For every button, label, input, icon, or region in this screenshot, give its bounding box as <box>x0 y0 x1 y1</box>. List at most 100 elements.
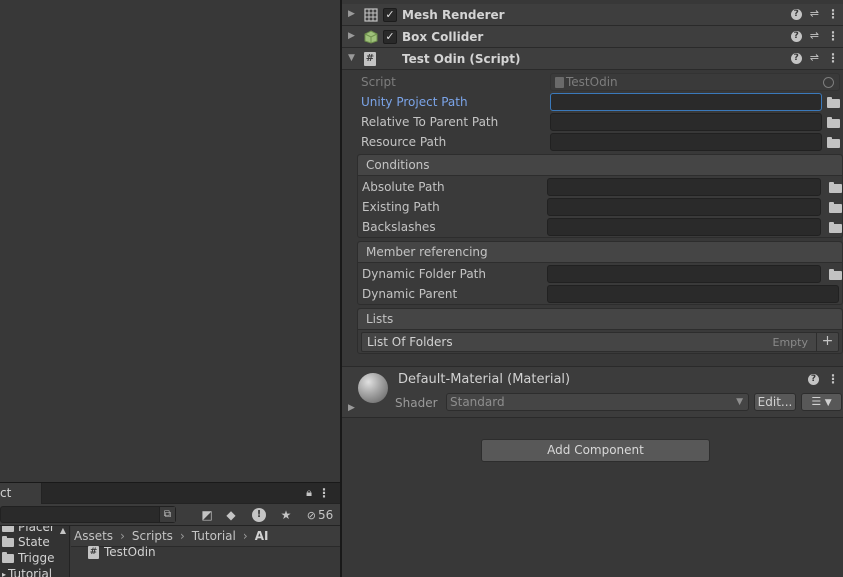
unity-project-path-input[interactable] <box>550 93 822 111</box>
shader-dropdown[interactable]: Standard ▼ <box>446 393 749 411</box>
folder-icon <box>2 535 14 547</box>
folder-browse-icon[interactable] <box>829 269 842 283</box>
project-search-input[interactable]: ⧉ <box>0 506 176 523</box>
existing-path-input[interactable] <box>547 198 821 216</box>
breadcrumb-item[interactable]: Tutorial <box>192 529 236 543</box>
folder-browse-icon[interactable] <box>829 202 842 216</box>
dropdown-arrow-icon: ▼ <box>824 398 832 408</box>
folder-browse-icon[interactable] <box>829 222 842 236</box>
dropdown-arrow-icon: ▼ <box>736 397 743 407</box>
enabled-checkbox[interactable]: ✓ <box>383 30 397 44</box>
project-toolbar: ⧉ ◩ ◆ ! ★ ⊘ 56 <box>0 504 340 526</box>
script-icon: # <box>364 52 376 66</box>
script-label: Script <box>361 75 396 89</box>
mesh-renderer-header[interactable]: ▶ ✓ Mesh Renderer ? ⇌ ⋮ <box>342 4 843 26</box>
relative-to-parent-path-input[interactable] <box>550 113 822 131</box>
help-icon[interactable]: ? <box>790 52 802 64</box>
field-label: Dynamic Folder Path <box>362 267 486 281</box>
dynamic-parent-input[interactable] <box>547 285 839 303</box>
breadcrumb-item[interactable]: AI <box>255 529 269 543</box>
component-menu-icon[interactable]: ⋮ <box>827 52 839 64</box>
add-component-button[interactable]: Add Component <box>481 439 710 462</box>
scene-view[interactable] <box>0 0 340 482</box>
lock-icon[interactable]: 🔒︎ <box>306 486 312 500</box>
group-title: Conditions <box>358 155 842 176</box>
list-of-folders-header[interactable]: List Of Folders Empty + <box>361 332 839 352</box>
preset-icon[interactable]: ⇌ <box>810 30 819 42</box>
scroll-up-icon[interactable]: ▲ <box>60 526 66 535</box>
search-by-type-icon[interactable]: ⧉ <box>159 507 175 522</box>
material-preview-sphere <box>358 373 388 403</box>
box-collider-header[interactable]: ▶ ✓ Box Collider ? ⇌ ⋮ <box>342 26 843 48</box>
field-label: Absolute Path <box>362 180 445 194</box>
breadcrumb-item[interactable]: Scripts <box>132 529 173 543</box>
dynamic-folder-path-input[interactable] <box>547 265 821 283</box>
project-panel: ct 🔒︎ ⋮ ⧉ ◩ ◆ ! ★ ⊘ 56 Placer State Trig… <box>0 482 340 577</box>
breadcrumb-item[interactable]: Assets <box>74 529 113 543</box>
material-title: Default-Material (Material) <box>398 372 571 387</box>
backslashes-input[interactable] <box>547 218 821 236</box>
foldout-arrow-icon[interactable]: ▶ <box>348 403 355 413</box>
resource-path-row: Resource Path <box>342 132 843 152</box>
favorites-star-icon[interactable]: ★ <box>277 505 295 525</box>
foldout-arrow-icon[interactable]: ▶ <box>348 9 355 19</box>
folder-browse-icon[interactable] <box>827 137 840 151</box>
resource-path-input[interactable] <box>550 133 822 151</box>
absolute-path-row: Absolute Path <box>358 177 842 197</box>
group-title: Member referencing <box>358 242 842 263</box>
component-menu-icon[interactable]: ⋮ <box>827 30 839 42</box>
enabled-checkbox[interactable]: ✓ <box>383 8 397 22</box>
folder-browse-icon[interactable] <box>829 182 842 196</box>
absolute-path-input[interactable] <box>547 178 821 196</box>
preset-icon[interactable]: ⇌ <box>810 52 819 64</box>
test-odin-script-header[interactable]: ▼ # Test Odin (Script) ? ⇌ ⋮ <box>342 48 843 70</box>
log-filter-icon[interactable]: ! <box>249 505 269 525</box>
foldout-arrow-icon[interactable]: ▶ <box>348 31 355 41</box>
script-object-field: TestOdin <box>550 73 840 91</box>
material-section: ▶ Default-Material (Material) ? ⋮ Shader… <box>342 366 843 418</box>
tree-item[interactable]: ▸ Tutorial <box>2 566 52 577</box>
project-menu-icon[interactable]: ⋮ <box>318 487 330 499</box>
help-icon[interactable]: ? <box>790 30 802 42</box>
component-title: Box Collider <box>402 30 484 44</box>
shader-value: Standard <box>450 395 505 409</box>
asset-list-item[interactable]: # TestOdin <box>88 544 156 560</box>
help-icon[interactable]: ? <box>808 373 819 385</box>
project-tab[interactable]: ct <box>0 483 42 504</box>
preset-icon[interactable]: ⇌ <box>810 8 819 20</box>
box-collider-icon <box>364 30 378 44</box>
chevron-right-icon: › <box>179 529 185 543</box>
chevron-right-icon: › <box>120 529 125 543</box>
foldout-arrow-icon[interactable]: ▼ <box>348 53 355 63</box>
hidden-count: 56 <box>317 508 334 522</box>
help-icon[interactable]: ? <box>790 8 802 20</box>
tree-item[interactable]: State <box>2 534 50 550</box>
component-menu-icon[interactable]: ⋮ <box>827 8 839 20</box>
hidden-packages-toggle[interactable]: ⊘ 56 <box>302 505 338 525</box>
foldout-arrow-icon[interactable]: ▸ <box>2 570 6 577</box>
component-title: Mesh Renderer <box>402 8 505 22</box>
shader-options-button[interactable]: ☰ ▼ <box>801 393 842 411</box>
project-tab-label: ct <box>0 486 12 500</box>
shader-label: Shader <box>395 396 438 410</box>
relative-to-parent-path-row: Relative To Parent Path <box>342 112 843 132</box>
script-value: TestOdin <box>566 75 618 89</box>
conditions-group: Conditions Absolute Path Existing Path B… <box>357 154 843 238</box>
script-icon: # <box>88 545 99 559</box>
field-label: Backslashes <box>362 220 436 234</box>
folder-browse-icon[interactable] <box>827 97 840 111</box>
project-folder-tree: Placer State Trigge ▸ Tutorial ▲ <box>0 526 70 577</box>
shader-edit-button[interactable]: Edit... <box>754 393 796 411</box>
add-list-item-button[interactable]: + <box>816 333 838 351</box>
unity-project-path-row: Unity Project Path <box>342 92 843 112</box>
dynamic-parent-row: Dynamic Parent <box>358 284 842 304</box>
create-icon[interactable]: ◩ <box>198 505 216 525</box>
material-menu-icon[interactable]: ⋮ <box>827 373 839 385</box>
folder-browse-icon[interactable] <box>827 117 840 131</box>
label-filter-icon[interactable]: ◆ <box>222 505 240 525</box>
mesh-renderer-icon <box>364 8 378 22</box>
component-title: Test Odin (Script) <box>402 52 521 66</box>
list-label: List Of Folders <box>367 335 453 349</box>
existing-path-row: Existing Path <box>358 197 842 217</box>
tree-item[interactable]: Trigge <box>2 550 54 566</box>
